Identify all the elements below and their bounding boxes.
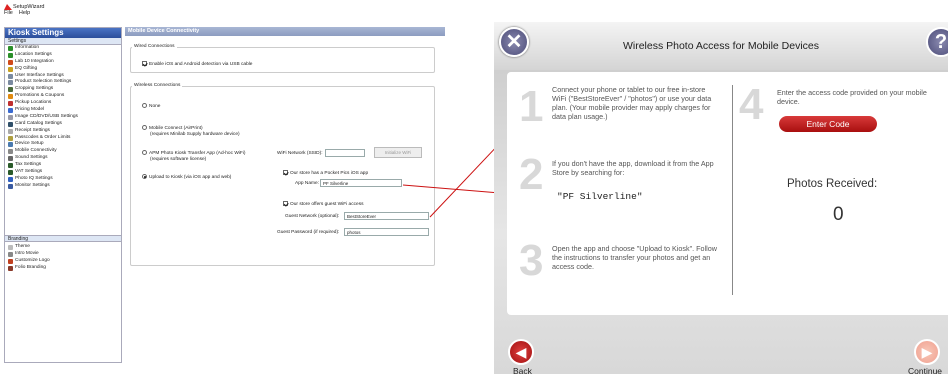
photos-received-label: Photos Received: xyxy=(787,178,878,190)
step-1-number: 1 xyxy=(519,82,544,131)
step-3-number: 3 xyxy=(519,236,544,285)
step-2-number: 2 xyxy=(519,150,544,199)
step-1-text: Connect your phone or tablet to our free… xyxy=(552,85,712,121)
app-search-term: "PF Silverline" xyxy=(557,191,643,202)
divider xyxy=(732,85,733,295)
kiosk-screen: ✕ Wireless Photo Access for Mobile Devic… xyxy=(494,22,948,376)
help-icon[interactable]: ? xyxy=(926,27,948,57)
step-4-text: Enter the access code provided on your m… xyxy=(777,88,927,106)
step-3-text: Open the app and choose "Upload to Kiosk… xyxy=(552,244,717,271)
photos-received-count: 0 xyxy=(833,204,844,225)
kiosk-title: Wireless Photo Access for Mobile Devices xyxy=(622,40,820,52)
enter-code-button[interactable]: Enter Code xyxy=(779,116,877,132)
continue-label: Continue xyxy=(908,366,943,376)
step-4-number: 4 xyxy=(739,80,764,129)
back-label: Back xyxy=(513,366,532,376)
back-button[interactable]: ◀ xyxy=(508,339,534,365)
step-2-text: If you don't have the app, download it f… xyxy=(552,159,714,177)
instructions-panel: 1 Connect your phone or tablet to our fr… xyxy=(507,72,948,315)
continue-button[interactable]: ▶ xyxy=(914,339,940,365)
